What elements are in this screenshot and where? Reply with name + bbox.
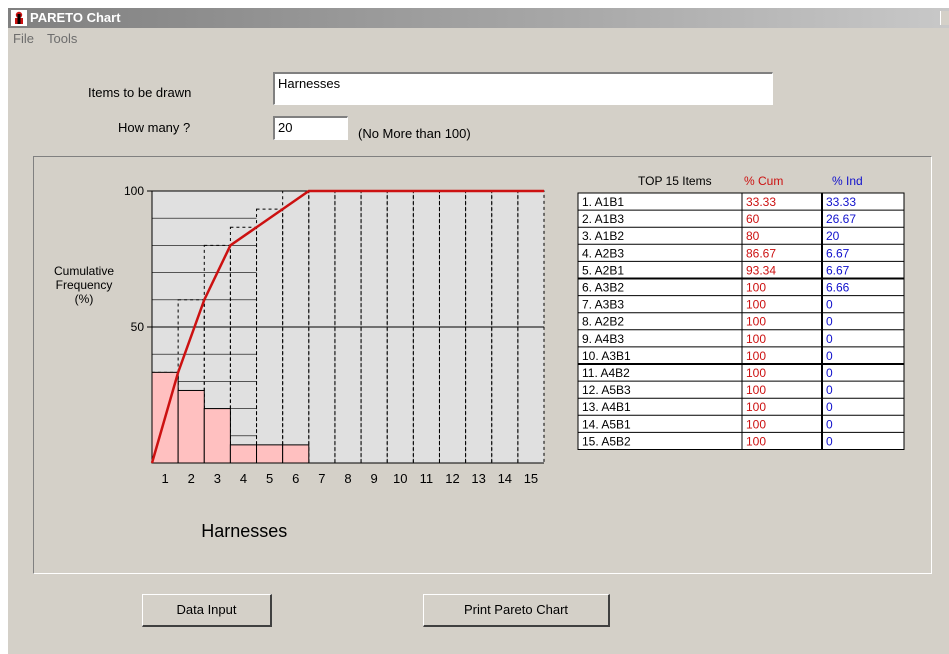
table-cell-ind: 0	[826, 349, 833, 363]
x-tick-label-4: 4	[240, 471, 247, 486]
table-cell-item: 5. A2B1	[582, 263, 624, 277]
howmany-input[interactable]: 20	[273, 116, 348, 140]
table-cell-cum: 100	[746, 417, 766, 431]
x-tick-label-9: 9	[371, 471, 378, 486]
table-cell-ind: 0	[826, 434, 833, 448]
table-cell-ind: 6.67	[826, 246, 850, 260]
y-tick-label-50: 50	[131, 320, 145, 334]
table-cell-item: 12. A5B3	[582, 383, 631, 397]
bar-ind-2	[177, 389, 205, 464]
pareto-window: PARETO Chart File Tools Items to be draw…	[8, 8, 949, 654]
table-cell-ind: 0	[826, 417, 833, 431]
table-cell-cum: 100	[746, 332, 766, 346]
table-cell-cum: 100	[746, 349, 766, 363]
title-bar[interactable]: PARETO Chart	[8, 8, 949, 28]
table-cell-cum: 100	[746, 298, 766, 312]
table-cell-item: 9. A4B3	[582, 332, 624, 346]
table-cell-cum: 33.33	[746, 195, 776, 209]
y-tick-label-100: 100	[124, 184, 144, 198]
pareto-chart: 10050Cumulative Frequency (%)1 2 3 4 5 6 7 8 9 10 11…	[54, 174, 905, 541]
howmany-label: How many ?	[118, 120, 191, 135]
table-cell-item: 2. A1B3	[582, 212, 624, 226]
table-cell-cum: 60	[746, 212, 760, 226]
table-cell-cum: 100	[746, 366, 766, 380]
bar-ind-4	[229, 444, 258, 464]
table-cell-item: 10. A3B1	[582, 349, 631, 363]
table-cell-cum: 86.67	[746, 246, 776, 260]
x-tick-label-6: 6	[292, 471, 299, 486]
table-cell-item: 4. A2B3	[582, 246, 624, 260]
table-cell-cum: 80	[746, 229, 760, 243]
table-cell-ind: 0	[826, 298, 833, 312]
x-tick-label-2: 2	[188, 471, 195, 486]
table-cell-item: 6. A3B2	[582, 281, 624, 295]
table-cell-ind: 26.67	[826, 212, 856, 226]
x-tick-label-15: 15	[524, 471, 538, 486]
x-tick-label-8: 8	[344, 471, 351, 486]
table-cell-item: 11. A4B2	[582, 366, 630, 380]
table-cell-item: 7. A3B3	[582, 298, 624, 312]
bar-ind-6	[282, 444, 310, 464]
items-label: Items to be drawn	[88, 85, 192, 100]
chart-panel: 100 50 Cumulative Frequency (%) 1 2 3 4 5 6 7 8 9 10 11…	[33, 156, 932, 574]
table-title: TOP 15 Items	[638, 174, 712, 188]
table-cell-item: 3. A1B2	[582, 229, 624, 243]
table-cell-cum: 100	[746, 281, 766, 295]
bar-ind-5	[256, 444, 284, 464]
table-cell-cum: 100	[746, 434, 766, 448]
table-cell-ind: 33.33	[826, 195, 856, 209]
table-cell-ind: 20	[826, 229, 840, 243]
menu-file[interactable]: File	[13, 31, 34, 46]
table-cell-item: 1. A1B1	[582, 195, 624, 209]
table-cell-ind: 6.66	[826, 281, 850, 295]
table-cell-cum: 93.34	[746, 263, 776, 277]
table-header-ind: % Ind	[832, 174, 863, 188]
table-header-cum: % Cum	[744, 174, 783, 188]
table-cell-item: 13. A4B1	[582, 400, 631, 414]
table-cell-ind: 0	[826, 332, 833, 346]
table-cell-cum: 100	[746, 400, 766, 414]
x-tick-label-11: 11	[420, 471, 434, 486]
table-cell-ind: 0	[826, 366, 833, 380]
table-cell-item: 15. A5B2	[582, 434, 631, 448]
menu-bar: File Tools	[8, 28, 949, 48]
x-tick-label-5: 5	[266, 471, 273, 486]
table-cell-ind: 0	[826, 383, 833, 397]
table-cell-ind: 0	[826, 400, 833, 414]
window-title: PARETO Chart	[30, 10, 121, 25]
table-cell-cum: 100	[746, 315, 766, 329]
items-input[interactable]: Harnesses	[273, 72, 773, 105]
bar-ind-3	[203, 408, 231, 464]
table-cell-item: 14. A5B1	[582, 417, 631, 431]
x-tick-label-7: 7	[318, 471, 325, 486]
data-input-button[interactable]: Data Input	[142, 594, 272, 627]
x-axis-label: Harnesses	[201, 521, 287, 541]
x-tick-label-13: 13	[471, 471, 485, 486]
x-tick-label-12: 12	[445, 471, 459, 486]
window-control-button[interactable]	[940, 11, 949, 25]
menu-tools[interactable]: Tools	[47, 31, 77, 46]
x-tick-label-10: 10	[393, 471, 407, 486]
howmany-note: (No More than 100)	[358, 126, 471, 141]
x-tick-label-3: 3	[214, 471, 221, 486]
table-cell-item: 8. A2B2	[582, 315, 624, 329]
pareto-app-icon	[11, 10, 27, 26]
table-cell-ind: 0	[826, 315, 833, 329]
y-axis-label: Cumulative Frequency (%)	[54, 264, 114, 306]
print-pareto-button[interactable]: Print Pareto Chart	[423, 594, 610, 627]
x-tick-label-1: 1	[161, 471, 168, 486]
table-cell-cum: 100	[746, 383, 766, 397]
x-tick-label-14: 14	[498, 471, 512, 486]
table-cell-ind: 6.67	[826, 263, 850, 277]
